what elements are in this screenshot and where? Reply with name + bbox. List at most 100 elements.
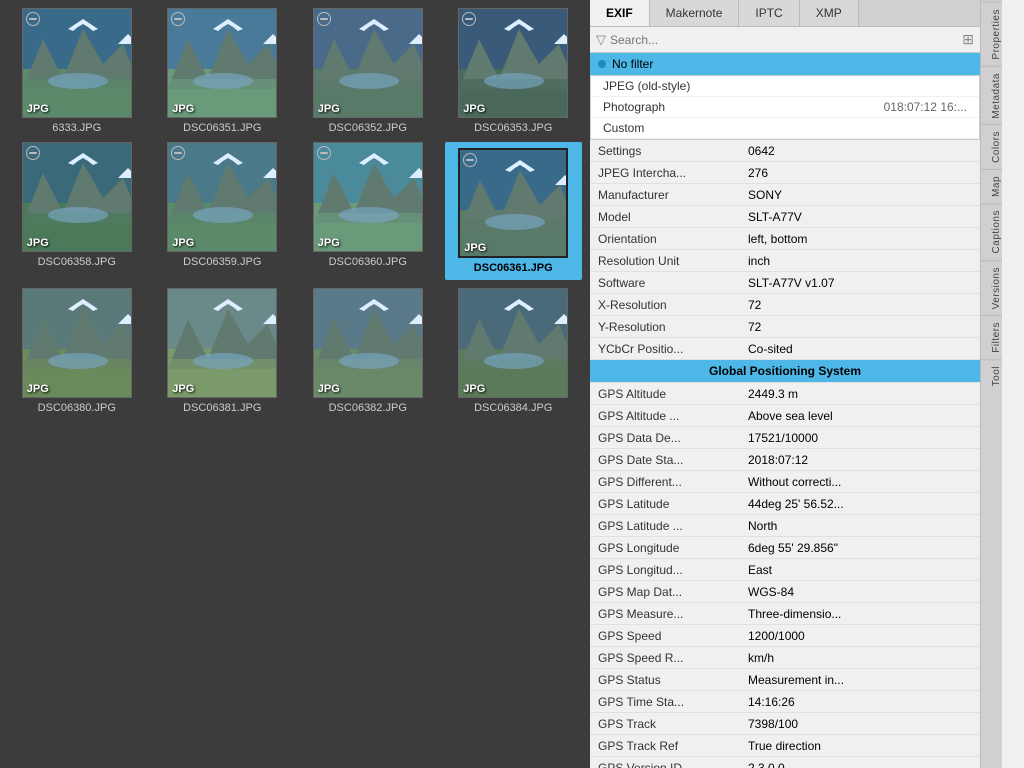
jpg-badge: JPG bbox=[172, 103, 194, 115]
metadata-row: SoftwareSLT-A77V v1.07 bbox=[590, 272, 980, 294]
meta-key: Settings bbox=[598, 142, 748, 158]
tab-exif[interactable]: EXIF bbox=[590, 0, 650, 26]
meta-key: GPS Time Sta... bbox=[598, 693, 748, 709]
meta-value: True direction bbox=[748, 737, 972, 753]
metadata-row: ManufacturerSONY bbox=[590, 184, 980, 206]
jpg-badge: JPG bbox=[172, 237, 194, 249]
meta-key: Resolution Unit bbox=[598, 252, 748, 268]
photo-filename: DSC06384.JPG bbox=[474, 402, 552, 414]
search-input[interactable] bbox=[610, 33, 958, 47]
metadata-row: Orientationleft, bottom bbox=[590, 228, 980, 250]
meta-value: km/h bbox=[748, 649, 972, 665]
right-panel: EXIFMakernoteIPTCXMP ▽ ⊞ No filter JPEG … bbox=[590, 0, 1024, 768]
dropdown-item[interactable]: Custom bbox=[591, 118, 979, 139]
photo-item[interactable]: JPG DSC06352.JPG bbox=[299, 8, 437, 134]
dropdown-item[interactable]: JPEG (old-style) bbox=[591, 76, 979, 97]
photo-item[interactable]: JPGDSC06359.JPG bbox=[154, 142, 292, 280]
meta-key: Software bbox=[598, 274, 748, 290]
gps-metadata-row: GPS Measure...Three-dimensio... bbox=[590, 603, 980, 625]
jpg-badge: JPG bbox=[172, 383, 194, 395]
meta-value: Measurement in... bbox=[748, 671, 972, 687]
photo-filename: DSC06358.JPG bbox=[38, 256, 116, 268]
photo-item[interactable]: JPGDSC06360.JPG bbox=[299, 142, 437, 280]
jpg-badge: JPG bbox=[318, 237, 340, 249]
globe-icon bbox=[317, 146, 331, 160]
filter-dot bbox=[598, 60, 606, 68]
photo-item[interactable]: JPGDSC06382.JPG bbox=[299, 288, 437, 414]
metadata-row: YCbCr Positio...Co-sited bbox=[590, 338, 980, 360]
meta-value: 0642 bbox=[748, 142, 972, 158]
meta-value: 72 bbox=[748, 318, 972, 334]
photo-item[interactable]: JPG 6333.JPG bbox=[8, 8, 146, 134]
photo-thumb: JPG bbox=[22, 288, 132, 398]
photo-filename: 6333.JPG bbox=[52, 122, 101, 134]
photo-filename: DSC06361.JPG bbox=[474, 262, 553, 274]
sidebar-item-map[interactable]: Map bbox=[981, 169, 1002, 203]
meta-key: JPEG Intercha... bbox=[598, 164, 748, 180]
sidebar-item-captions[interactable]: Captions bbox=[981, 203, 1002, 259]
sidebar-item-versions[interactable]: Versions bbox=[981, 260, 1002, 315]
globe-icon bbox=[26, 12, 40, 26]
metadata-scroll: Settings0642 JPEG Intercha...276Manufactu… bbox=[590, 140, 980, 768]
meta-value: 2449.3 m bbox=[748, 385, 972, 401]
meta-value: 17521/10000 bbox=[748, 429, 972, 445]
metadata-row: JPEG Intercha...276 bbox=[590, 162, 980, 184]
jpg-badge: JPG bbox=[318, 383, 340, 395]
tab-makernote[interactable]: Makernote bbox=[650, 0, 740, 26]
meta-value: 44deg 25' 56.52... bbox=[748, 495, 972, 511]
meta-key: GPS Latitude bbox=[598, 495, 748, 511]
photo-item[interactable]: JPGDSC06351.JPG bbox=[154, 8, 292, 134]
metadata-panel: EXIFMakernoteIPTCXMP ▽ ⊞ No filter JPEG … bbox=[590, 0, 980, 768]
meta-key: GPS Status bbox=[598, 671, 748, 687]
meta-key: GPS Track bbox=[598, 715, 748, 731]
photo-item[interactable]: JPGDSC06381.JPG bbox=[154, 288, 292, 414]
sidebar-item-filters[interactable]: Filters bbox=[981, 315, 1002, 359]
metadata-row: X-Resolution72 bbox=[590, 294, 980, 316]
meta-key: GPS Speed R... bbox=[598, 649, 748, 665]
gps-metadata-row: GPS Altitude ...Above sea level bbox=[590, 405, 980, 427]
globe-icon bbox=[317, 12, 331, 26]
meta-value: 1200/1000 bbox=[748, 627, 972, 643]
tab-xmp[interactable]: XMP bbox=[800, 0, 859, 26]
photo-item[interactable]: JPGDSC06361.JPG bbox=[445, 142, 583, 280]
gps-metadata-row: GPS Longitude6deg 55' 29.856" bbox=[590, 537, 980, 559]
dropdown-item-label: Custom bbox=[603, 121, 644, 135]
meta-key: Y-Resolution bbox=[598, 318, 748, 334]
photo-item[interactable]: JPG DSC06358.JPG bbox=[8, 142, 146, 280]
photo-grid-panel: JPG 6333.JPG JPGDSC06351.JPG JPG DSC06352.… bbox=[0, 0, 590, 768]
meta-key: X-Resolution bbox=[598, 296, 748, 312]
meta-value: Above sea level bbox=[748, 407, 972, 423]
gps-metadata-row: GPS Different...Without correcti... bbox=[590, 471, 980, 493]
search-bar: ▽ ⊞ bbox=[590, 27, 980, 53]
filter-icon: ▽ bbox=[596, 32, 606, 48]
photo-filename: DSC06380.JPG bbox=[38, 402, 116, 414]
meta-value: Co-sited bbox=[748, 340, 972, 356]
photo-thumb: JPG bbox=[167, 288, 277, 398]
meta-key: GPS Latitude ... bbox=[598, 517, 748, 533]
photo-thumb: JPG bbox=[22, 8, 132, 118]
sidebar-item-metadata[interactable]: Metadata bbox=[981, 66, 1002, 125]
meta-key: GPS Version ID bbox=[598, 759, 748, 768]
meta-key: GPS Longitud... bbox=[598, 561, 748, 577]
meta-key: GPS Speed bbox=[598, 627, 748, 643]
meta-key: GPS Altitude bbox=[598, 385, 748, 401]
photo-item[interactable]: JPG DSC06380.JPG bbox=[8, 288, 146, 414]
photo-thumb: JPG bbox=[458, 288, 568, 398]
dropdown-item[interactable]: Photograph018:07:12 16:... bbox=[591, 97, 979, 118]
photo-thumb: JPG bbox=[22, 142, 132, 252]
photo-filename: DSC06352.JPG bbox=[329, 122, 407, 134]
expand-icon[interactable]: ⊞ bbox=[962, 31, 974, 48]
sidebar-item-colors[interactable]: Colors bbox=[981, 124, 1002, 169]
sidebar-item-properties[interactable]: Properties bbox=[981, 2, 1002, 66]
photo-thumb: JPG bbox=[313, 8, 423, 118]
sidebar-item-tool[interactable]: Tool bbox=[981, 359, 1002, 392]
gps-metadata-row: GPS Latitude ...North bbox=[590, 515, 980, 537]
photo-item[interactable]: JPG DSC06384.JPG bbox=[445, 288, 583, 414]
tab-iptc[interactable]: IPTC bbox=[739, 0, 799, 26]
photo-item[interactable]: JPGDSC06353.JPG bbox=[445, 8, 583, 134]
meta-key: GPS Different... bbox=[598, 473, 748, 489]
meta-key: Orientation bbox=[598, 230, 748, 246]
photo-filename: DSC06353.JPG bbox=[474, 122, 552, 134]
jpg-badge: JPG bbox=[463, 383, 485, 395]
no-filter-row[interactable]: No filter bbox=[590, 53, 980, 75]
